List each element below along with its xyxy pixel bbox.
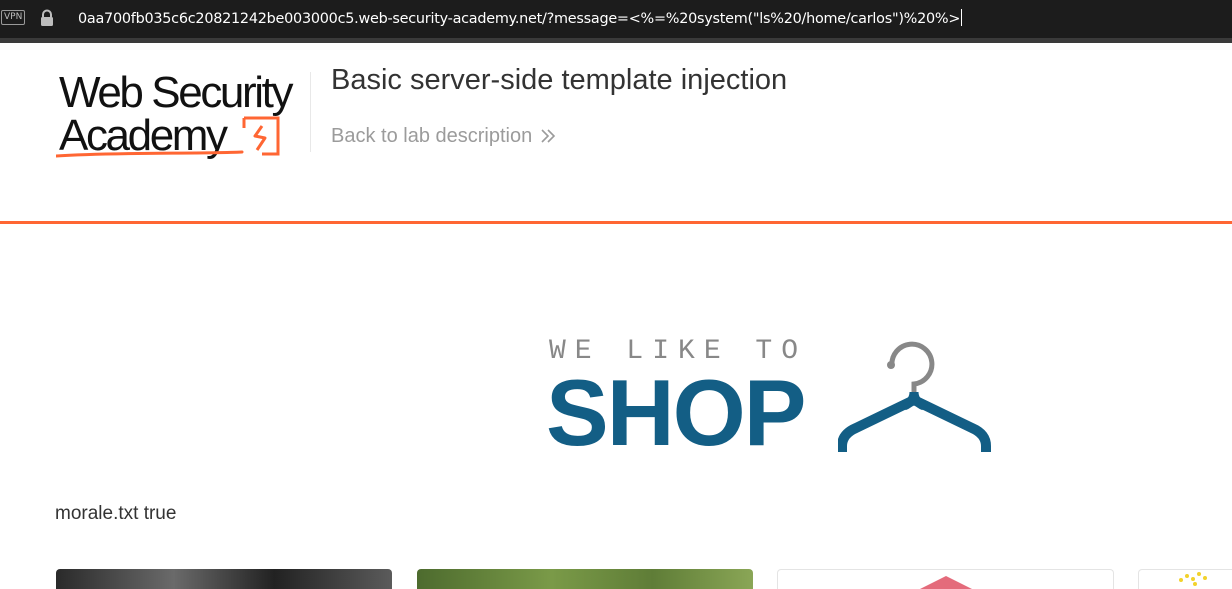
template-output-message: morale.txt true bbox=[55, 503, 177, 524]
hanger-icon bbox=[838, 341, 991, 452]
product-image bbox=[918, 576, 974, 589]
url-text: 0aa700fb035c6c20821242be003000c5.web-sec… bbox=[78, 11, 961, 27]
product-card[interactable] bbox=[417, 569, 753, 589]
lab-title: Basic server-side template injection bbox=[331, 64, 788, 96]
lock-icon[interactable] bbox=[39, 9, 55, 27]
product-card[interactable] bbox=[56, 569, 392, 589]
vpn-badge[interactable]: VPN bbox=[1, 10, 26, 25]
product-card[interactable] bbox=[1138, 569, 1232, 589]
product-card[interactable] bbox=[777, 569, 1114, 589]
browser-address-bar: VPN 0aa700fb035c6c20821242be003000c5.web… bbox=[0, 0, 1232, 38]
banner-brand: SHOP bbox=[546, 360, 806, 465]
text-caret bbox=[961, 9, 963, 26]
toolbar-divider bbox=[0, 38, 1232, 43]
back-link-label: Back to lab description bbox=[331, 125, 533, 147]
product-image bbox=[1179, 572, 1207, 586]
double-chevron-right-icon bbox=[541, 129, 556, 143]
logo-lightning-icon bbox=[56, 116, 280, 158]
header-rule bbox=[0, 221, 1232, 224]
web-security-academy-logo[interactable]: Web Security Academy bbox=[56, 70, 308, 162]
header-divider bbox=[310, 72, 311, 152]
shop-banner[interactable]: WE LIKE TO SHOP bbox=[546, 336, 992, 465]
url-input[interactable]: 0aa700fb035c6c20821242be003000c5.web-sec… bbox=[78, 9, 963, 29]
back-to-lab-description-link[interactable]: Back to lab description bbox=[331, 123, 556, 149]
